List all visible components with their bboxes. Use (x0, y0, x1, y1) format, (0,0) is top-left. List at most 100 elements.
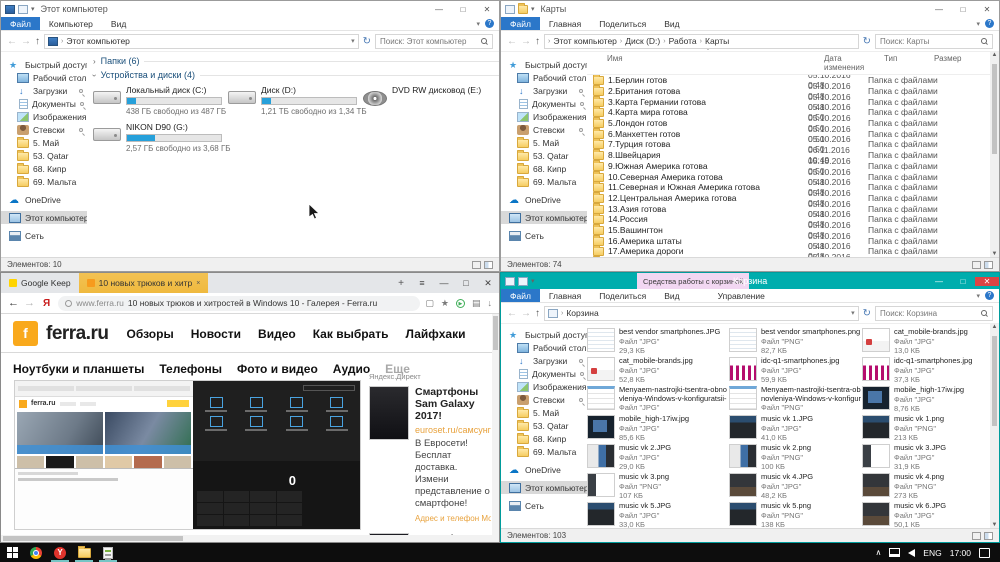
close-button[interactable]: ✕ (475, 5, 499, 14)
tab-computer[interactable]: Компьютер (40, 17, 102, 30)
properties-icon[interactable] (505, 276, 515, 286)
language-indicator[interactable]: ENG (923, 548, 941, 558)
sidebar-item[interactable]: Загрузки (501, 84, 587, 97)
qat-dropdown-icon[interactable]: ▾ (531, 277, 535, 286)
minimize-button[interactable]: — (427, 5, 451, 14)
group-folders[interactable]: › Папки (6) (87, 52, 499, 66)
sidebar-item[interactable]: Этот компьютер (501, 481, 587, 494)
file-tile[interactable]: music vk 6.JPG Файл "JPG" 50,1 КБ (862, 501, 990, 528)
sidebar-item[interactable]: Документы (501, 97, 587, 110)
title-bar[interactable]: ▾ Карты — □ ✕ (501, 1, 999, 17)
sidebar-item[interactable]: 5. Май (501, 136, 587, 149)
sidebar-item[interactable]: Стевски (501, 393, 587, 406)
tab-home[interactable]: Главная (540, 17, 590, 30)
back-icon[interactable]: ← (507, 308, 517, 319)
ribbon-collapse-icon[interactable]: ▾ (976, 292, 980, 300)
address-dropdown-icon[interactable]: ▾ (351, 37, 355, 45)
breadcrumb-segment[interactable]: › Диск (D:) (620, 36, 660, 46)
nav-link[interactable]: Новости (191, 327, 241, 341)
title-bar[interactable]: ▾ Средства работы с корзиной Корзина — □… (501, 273, 999, 289)
folder-row[interactable]: 7.Турция готова 05.10.2016 0:50 Папка с … (587, 134, 990, 154)
file-tile[interactable]: Menyaem-nastrojki-tsentra-obnovleniya-Wi… (587, 385, 729, 414)
forward-icon[interactable]: → (21, 36, 31, 47)
sidebar-item[interactable]: Документы (1, 97, 87, 110)
file-tile[interactable]: music vk 1.JPG Файл "JPG" 41,0 КБ (729, 414, 862, 443)
screenshot-icon[interactable]: ▤ (472, 298, 481, 309)
tableau-icon[interactable]: ▢ (425, 298, 434, 309)
qat-icon[interactable] (518, 276, 528, 286)
new-tab-button[interactable]: + (391, 278, 411, 289)
close-button[interactable]: ✕ (975, 276, 999, 286)
file-tile[interactable]: cat_mobile-brands.jpg Файл "JPG" 52,8 КБ (587, 356, 729, 385)
refresh-icon[interactable]: ↻ (863, 36, 871, 47)
scroll-down-icon[interactable]: ▼ (990, 522, 999, 528)
address-bar[interactable]: › Этот компьютер › Диск (D:) › Работа › … (544, 33, 859, 49)
maximize-button[interactable]: □ (951, 5, 975, 14)
list-view-icon[interactable] (972, 260, 981, 269)
scroll-down-icon[interactable]: ▼ (990, 251, 999, 257)
sidebar-item[interactable]: Стевски (1, 123, 87, 136)
bookmark-star-icon[interactable]: ★ (441, 298, 449, 309)
sidebar-item[interactable]: 69. Мальта (501, 175, 587, 188)
page-vertical-scrollbar[interactable] (492, 314, 499, 542)
close-button[interactable]: ✕ (477, 278, 499, 289)
sidebar-item[interactable]: 68. Кипр (501, 432, 587, 445)
folder-row[interactable]: 8.Швейцария 06.11.2016 10:49 Папка с фай… (587, 145, 990, 165)
column-type[interactable]: Тип (884, 54, 934, 72)
tab-home[interactable]: Главная (540, 289, 590, 302)
thumbnail-view-icon[interactable] (984, 531, 993, 540)
sidebar-item[interactable]: 53. Qatar (501, 149, 587, 162)
forward-icon[interactable]: → (521, 36, 531, 47)
folder-row[interactable]: 13.Азия готова 05.10.2016 0:48 Папка с ф… (587, 199, 990, 219)
chrome-taskbar-icon[interactable] (24, 543, 48, 562)
folder-row[interactable]: 12.Центральная Америка готова 05.10.2016… (587, 188, 990, 208)
browser-tab[interactable]: 10 новых трюков и хитр × (78, 273, 209, 293)
sidebar-item[interactable]: Этот компьютер (501, 211, 587, 224)
folder-row[interactable]: 10.Северная Америка готова 05.10.2016 0:… (587, 167, 990, 187)
sidebar-item[interactable]: Сеть (501, 499, 587, 512)
refresh-icon[interactable]: ↻ (363, 36, 371, 47)
back-icon[interactable]: ← (8, 297, 19, 309)
folder-row[interactable]: 4.Карта мира готова 05.10.2016 0:50 Папк… (587, 102, 990, 122)
ad-link[interactable]: euroset.ru/самсунг-га (415, 425, 491, 435)
column-date[interactable]: Дата изменения (824, 54, 884, 72)
folder-row[interactable]: 2.Британия готова 05.10.2016 0:48 Папка … (587, 81, 990, 101)
yandex-button[interactable]: Я (40, 298, 53, 309)
file-tile[interactable]: music vk 4.JPG Файл "JPG" 48,2 КБ (729, 472, 862, 501)
help-icon[interactable]: ? (985, 19, 994, 28)
file-tile[interactable]: idc-q1-smartphones.jpg Файл "JPG" 37,3 К… (862, 356, 990, 385)
sidebar-item[interactable]: Загрузки (1, 84, 87, 97)
sidebar-item[interactable]: Быстрый доступ (501, 58, 587, 71)
volume-icon[interactable] (908, 548, 916, 557)
thumbnail-view-icon[interactable] (484, 260, 493, 269)
start-button[interactable] (0, 543, 24, 562)
qat-dropdown-icon[interactable]: ▾ (31, 5, 35, 14)
nav-link[interactable]: Обзоры (127, 327, 174, 341)
notes-app-taskbar-icon[interactable] (96, 543, 120, 562)
properties-icon[interactable] (505, 4, 515, 14)
file-tile[interactable]: music vk 3.JPG Файл "JPG" 31,9 КБ (862, 443, 990, 472)
file-tile[interactable]: music vk 5.JPG Файл "JPG" 33,0 КБ (587, 501, 729, 528)
sidebar-item[interactable]: 5. Май (501, 406, 587, 419)
menu-icon[interactable]: ≡ (411, 278, 433, 289)
address-bar[interactable]: › Этот компьютер ▾ (44, 33, 359, 49)
sidebar-item[interactable]: Документы (501, 367, 587, 380)
tab-close-icon[interactable]: × (196, 280, 200, 287)
breadcrumb-segment[interactable]: › Работа (663, 36, 696, 46)
folder-row[interactable]: 6.Манхеттен готов 05.10.2016 0:50 Папка … (587, 124, 990, 144)
file-tile[interactable]: music vk 5.png Файл "PNG" 138 КБ (729, 501, 862, 528)
folder-row[interactable]: 16.Америка штаты 05.10.2016 0:48 Папка с… (587, 231, 990, 251)
sidebar-item[interactable]: OneDrive (501, 193, 587, 206)
file-tile[interactable]: mobile_high-17iw.jpg Файл "JPG" 85,6 КБ (587, 414, 729, 443)
subnav-link[interactable]: Телефоны (159, 362, 222, 376)
folder-row[interactable]: 14.Россия 05.10.2016 0:48 Папка с файлам… (587, 209, 990, 229)
tab-view[interactable]: Вид (655, 17, 688, 30)
page-horizontal-scrollbar[interactable] (1, 535, 492, 542)
tab-view[interactable]: Вид (102, 17, 135, 30)
ad-title[interactable]: Смартфоны Sam Galaxy 2017! (415, 386, 491, 422)
file-tile[interactable]: music vk 1.png Файл "PNG" 213 КБ (862, 414, 990, 443)
turbo-mode-icon[interactable]: ▶ (455, 298, 465, 308)
drive-tile[interactable]: DVD RW дисковод (E:) (363, 85, 498, 116)
sidebar-item[interactable]: Стевски (501, 123, 587, 136)
tab-file[interactable]: Файл (501, 17, 540, 30)
